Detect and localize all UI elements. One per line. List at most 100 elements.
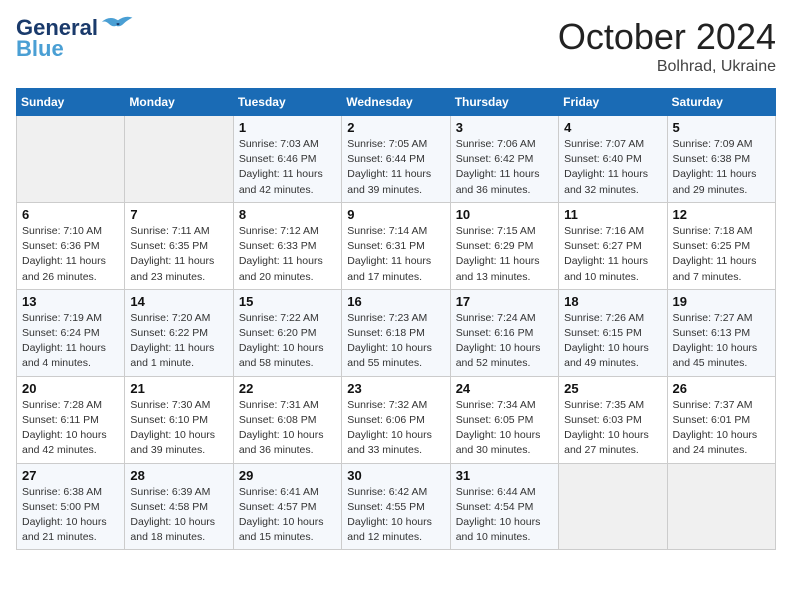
calendar-cell: 29 Sunrise: 6:41 AM Sunset: 4:57 PM Dayli… [233,463,341,550]
day-header-wednesday: Wednesday [342,89,450,116]
calendar-cell: 11 Sunrise: 7:16 AM Sunset: 6:27 PM Dayli… [559,202,667,289]
day-info: Sunrise: 6:39 AM Sunset: 4:58 PM Dayligh… [130,485,227,546]
calendar-cell: 31 Sunrise: 6:44 AM Sunset: 4:54 PM Dayli… [450,463,558,550]
day-header-sunday: Sunday [17,89,125,116]
day-info: Sunrise: 7:28 AM Sunset: 6:11 PM Dayligh… [22,398,119,459]
day-info: Sunrise: 7:18 AM Sunset: 6:25 PM Dayligh… [673,224,770,285]
calendar-cell: 15 Sunrise: 7:22 AM Sunset: 6:20 PM Dayli… [233,289,341,376]
day-info: Sunrise: 6:41 AM Sunset: 4:57 PM Dayligh… [239,485,336,546]
month-title: October 2024 [558,16,776,58]
calendar-cell: 8 Sunrise: 7:12 AM Sunset: 6:33 PM Daylig… [233,202,341,289]
calendar-cell: 1Sunrise: 7:03 AM Sunset: 6:46 PM Daylig… [233,116,341,203]
day-number: 5 [673,120,770,135]
day-number: 23 [347,381,444,396]
calendar-cell: 22 Sunrise: 7:31 AM Sunset: 6:08 PM Dayli… [233,376,341,463]
calendar-body: 1Sunrise: 7:03 AM Sunset: 6:46 PM Daylig… [17,116,776,550]
day-number: 30 [347,468,444,483]
calendar-cell: 30Sunrise: 6:42 AM Sunset: 4:55 PM Dayli… [342,463,450,550]
day-info: Sunrise: 6:38 AM Sunset: 5:00 PM Dayligh… [22,485,119,546]
day-info: Sunrise: 7:15 AM Sunset: 6:29 PM Dayligh… [456,224,553,285]
day-info: Sunrise: 7:26 AM Sunset: 6:15 PM Dayligh… [564,311,661,372]
day-info: Sunrise: 7:14 AM Sunset: 6:31 PM Dayligh… [347,224,444,285]
day-header-friday: Friday [559,89,667,116]
calendar-cell: 25 Sunrise: 7:35 AM Sunset: 6:03 PM Dayli… [559,376,667,463]
day-number: 25 [564,381,661,396]
day-number: 26 [673,381,770,396]
calendar-cell: 18 Sunrise: 7:26 AM Sunset: 6:15 PM Dayli… [559,289,667,376]
calendar-cell: 24Sunrise: 7:34 AM Sunset: 6:05 PM Dayli… [450,376,558,463]
day-number: 4 [564,120,661,135]
logo-blue: Blue [16,36,64,62]
day-info: Sunrise: 7:12 AM Sunset: 6:33 PM Dayligh… [239,224,336,285]
calendar-cell: 9 Sunrise: 7:14 AM Sunset: 6:31 PM Daylig… [342,202,450,289]
location: Bolhrad, Ukraine [558,58,776,76]
day-number: 14 [130,294,227,309]
day-info: Sunrise: 7:27 AM Sunset: 6:13 PM Dayligh… [673,311,770,372]
day-number: 10 [456,207,553,222]
calendar-week-row: 13Sunrise: 7:19 AM Sunset: 6:24 PM Dayli… [17,289,776,376]
day-number: 20 [22,381,119,396]
calendar-cell: 6 Sunrise: 7:10 AM Sunset: 6:36 PM Daylig… [17,202,125,289]
calendar-cell: 26 Sunrise: 7:37 AM Sunset: 6:01 PM Dayli… [667,376,775,463]
calendar-cell [125,116,233,203]
day-number: 8 [239,207,336,222]
day-info: Sunrise: 7:31 AM Sunset: 6:08 PM Dayligh… [239,398,336,459]
day-number: 13 [22,294,119,309]
calendar-table: SundayMondayTuesdayWednesdayThursdayFrid… [16,88,776,550]
day-header-tuesday: Tuesday [233,89,341,116]
day-info: Sunrise: 6:44 AM Sunset: 4:54 PM Dayligh… [456,485,553,546]
calendar-cell: 12 Sunrise: 7:18 AM Sunset: 6:25 PM Dayli… [667,202,775,289]
logo: General Blue [16,16,136,62]
day-info: Sunrise: 7:23 AM Sunset: 6:18 PM Dayligh… [347,311,444,372]
calendar-cell: 20 Sunrise: 7:28 AM Sunset: 6:11 PM Dayli… [17,376,125,463]
day-number: 28 [130,468,227,483]
day-number: 24 [456,381,553,396]
calendar-cell [667,463,775,550]
day-number: 18 [564,294,661,309]
calendar-week-row: 6 Sunrise: 7:10 AM Sunset: 6:36 PM Daylig… [17,202,776,289]
day-info: Sunrise: 7:35 AM Sunset: 6:03 PM Dayligh… [564,398,661,459]
day-info: Sunrise: 7:03 AM Sunset: 6:46 PM Dayligh… [239,137,336,198]
calendar-cell: 21 Sunrise: 7:30 AM Sunset: 6:10 PM Dayli… [125,376,233,463]
day-number: 6 [22,207,119,222]
day-number: 15 [239,294,336,309]
calendar-header-row: SundayMondayTuesdayWednesdayThursdayFrid… [17,89,776,116]
day-number: 31 [456,468,553,483]
day-header-saturday: Saturday [667,89,775,116]
day-info: Sunrise: 7:07 AM Sunset: 6:40 PM Dayligh… [564,137,661,198]
calendar-cell: 17Sunrise: 7:24 AM Sunset: 6:16 PM Dayli… [450,289,558,376]
title-block: October 2024 Bolhrad, Ukraine [558,16,776,76]
day-info: Sunrise: 7:22 AM Sunset: 6:20 PM Dayligh… [239,311,336,372]
day-info: Sunrise: 7:32 AM Sunset: 6:06 PM Dayligh… [347,398,444,459]
day-number: 22 [239,381,336,396]
day-info: Sunrise: 7:11 AM Sunset: 6:35 PM Dayligh… [130,224,227,285]
day-number: 7 [130,207,227,222]
calendar-week-row: 20 Sunrise: 7:28 AM Sunset: 6:11 PM Dayli… [17,376,776,463]
day-info: Sunrise: 7:16 AM Sunset: 6:27 PM Dayligh… [564,224,661,285]
day-info: Sunrise: 7:06 AM Sunset: 6:42 PM Dayligh… [456,137,553,198]
calendar-cell: 5 Sunrise: 7:09 AM Sunset: 6:38 PM Daylig… [667,116,775,203]
day-number: 17 [456,294,553,309]
day-number: 12 [673,207,770,222]
day-number: 19 [673,294,770,309]
calendar-cell: 19 Sunrise: 7:27 AM Sunset: 6:13 PM Dayli… [667,289,775,376]
day-number: 9 [347,207,444,222]
day-number: 11 [564,207,661,222]
day-number: 3 [456,120,553,135]
calendar-cell: 10 Sunrise: 7:15 AM Sunset: 6:29 PM Dayli… [450,202,558,289]
day-number: 16 [347,294,444,309]
page-header: General Blue October 2024 Bolhrad, Ukrai… [16,16,776,76]
calendar-cell: 2Sunrise: 7:05 AM Sunset: 6:44 PM Daylig… [342,116,450,203]
day-number: 29 [239,468,336,483]
day-info: Sunrise: 7:09 AM Sunset: 6:38 PM Dayligh… [673,137,770,198]
day-info: Sunrise: 7:37 AM Sunset: 6:01 PM Dayligh… [673,398,770,459]
day-info: Sunrise: 7:30 AM Sunset: 6:10 PM Dayligh… [130,398,227,459]
day-number: 21 [130,381,227,396]
calendar-cell: 28 Sunrise: 6:39 AM Sunset: 4:58 PM Dayli… [125,463,233,550]
day-info: Sunrise: 7:10 AM Sunset: 6:36 PM Dayligh… [22,224,119,285]
calendar-cell: 13Sunrise: 7:19 AM Sunset: 6:24 PM Dayli… [17,289,125,376]
logo-bird-icon [100,13,136,33]
day-number: 2 [347,120,444,135]
calendar-cell [17,116,125,203]
calendar-cell: 23 Sunrise: 7:32 AM Sunset: 6:06 PM Dayli… [342,376,450,463]
